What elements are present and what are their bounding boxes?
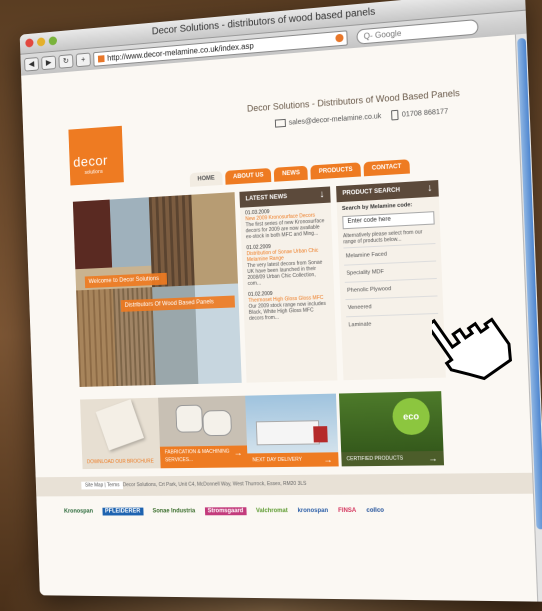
partner-logo[interactable]: FINSA: [338, 508, 356, 514]
logo-sub: solutions: [85, 169, 103, 176]
partner-logo[interactable]: Sonae Industria: [152, 508, 195, 514]
swatch-blue-grey: [110, 197, 152, 267]
truck-cab-image: [313, 426, 328, 442]
product-search-panel: PRODUCT SEARCH ↓ Search by Melamine code:…: [336, 180, 446, 380]
logo-word: decor: [73, 152, 108, 170]
phone-text: 01708 868177: [402, 108, 449, 118]
reload-button[interactable]: ↻: [58, 54, 73, 69]
panel-sample-image: [175, 405, 203, 433]
tab-products[interactable]: PRODUCTS: [311, 162, 361, 179]
promo-caption-text: CERTIFIED PRODUCTS: [346, 456, 403, 463]
news-item[interactable]: 01.02.2009 Thermoset High Gloss Gloss MF…: [243, 285, 335, 324]
news-item[interactable]: 01.03.2009 New 2009 Kronosurface Decors …: [240, 203, 332, 243]
product-search-heading: PRODUCT SEARCH: [342, 187, 400, 196]
promo-caption: CERTIFIED PRODUCTS →: [341, 451, 444, 467]
promo-caption-text: FABRICATION & MACHINING SERVICES...: [165, 449, 230, 464]
partner-logo[interactable]: PFLEIDERER: [102, 508, 143, 516]
partner-logo[interactable]: Valchromat: [256, 508, 288, 514]
partner-logo[interactable]: Kronospan: [64, 509, 93, 515]
right-arrow-icon[interactable]: →: [323, 452, 333, 466]
product-link-laminate[interactable]: Laminate: [346, 313, 439, 334]
down-arrow-icon[interactable]: ↓: [427, 180, 433, 197]
tab-contact[interactable]: CONTACT: [363, 159, 409, 176]
tab-news[interactable]: NEWS: [274, 166, 308, 182]
hero-banner[interactable]: Welcome to Decor Solutions Distributors …: [73, 192, 242, 387]
promo-caption: DOWNLOAD OUR BROCHURE: [82, 454, 168, 469]
partner-logo[interactable]: Stromsgaard: [205, 507, 247, 515]
promo-caption: NEXT DAY DELIVERY →: [247, 452, 338, 467]
forward-button[interactable]: ▶: [41, 56, 56, 71]
news-body: The first series of new Kronosurface dec…: [245, 218, 327, 240]
news-item[interactable]: 01.02.2009 Distribution of Sonae Urban C…: [241, 238, 334, 289]
truck-image: [256, 420, 320, 445]
rss-icon[interactable]: [335, 33, 343, 42]
latest-news-panel: LATEST NEWS ↓ 01.03.2009 New 2009 Kronosu…: [239, 186, 337, 382]
promo-fabrication[interactable]: FABRICATION & MACHINING SERVICES... →: [158, 396, 249, 469]
news-body: The very latest decors from Sonae UK hav…: [247, 259, 329, 287]
favicon-icon: [98, 55, 105, 62]
promo-caption-text: NEXT DAY DELIVERY: [252, 457, 302, 464]
footer-address: Decor Solutions, Crt Park, Unit C4, McDo…: [123, 481, 307, 488]
promo-certified[interactable]: eco CERTIFIED PRODUCTS →: [339, 391, 444, 466]
tab-home[interactable]: HOME: [190, 171, 223, 187]
site-footer: Site Map | Terms Decor Solutions, Crt Pa…: [36, 473, 534, 497]
footer-links[interactable]: Site Map | Terms: [81, 481, 123, 489]
right-arrow-icon[interactable]: →: [428, 451, 438, 466]
partner-logo[interactable]: kronospan: [297, 508, 328, 514]
phone-info: 01708 868177: [391, 106, 448, 120]
promo-caption: FABRICATION & MACHINING SERVICES... →: [160, 445, 249, 468]
panel-sample-image: [202, 410, 232, 436]
promo-brochure[interactable]: DOWNLOAD OUR BROCHURE: [80, 398, 168, 470]
eco-badge-icon: eco: [392, 398, 430, 436]
down-arrow-icon[interactable]: ↓: [319, 187, 325, 203]
news-heading: LATEST NEWS: [245, 194, 287, 202]
swatch-elm: [76, 289, 116, 387]
right-arrow-icon[interactable]: →: [234, 449, 243, 457]
swatch-oak: [191, 192, 238, 285]
partner-logo[interactable]: collco: [366, 508, 384, 514]
brochure-image: [96, 399, 144, 450]
mail-icon: [275, 119, 286, 128]
news-body: Our 2009 stock range now includes Black,…: [248, 301, 330, 322]
promo-delivery[interactable]: NEXT DAY DELIVERY →: [245, 394, 339, 468]
back-button[interactable]: ◀: [24, 57, 39, 72]
partner-logos: Kronospan PFLEIDERER Sonae Industria Str…: [64, 507, 384, 516]
hand-cursor-icon: [432, 292, 522, 392]
swatch-dark-cherry: [73, 200, 112, 270]
phone-icon: [391, 110, 399, 121]
site-logo[interactable]: decor solutions: [68, 126, 123, 186]
add-bookmark-button[interactable]: +: [76, 53, 91, 68]
tab-about-us[interactable]: ABOUT US: [225, 168, 272, 185]
email-text: sales@decor-melamine.co.uk: [289, 113, 382, 127]
email-link[interactable]: sales@decor-melamine.co.uk: [275, 112, 382, 128]
